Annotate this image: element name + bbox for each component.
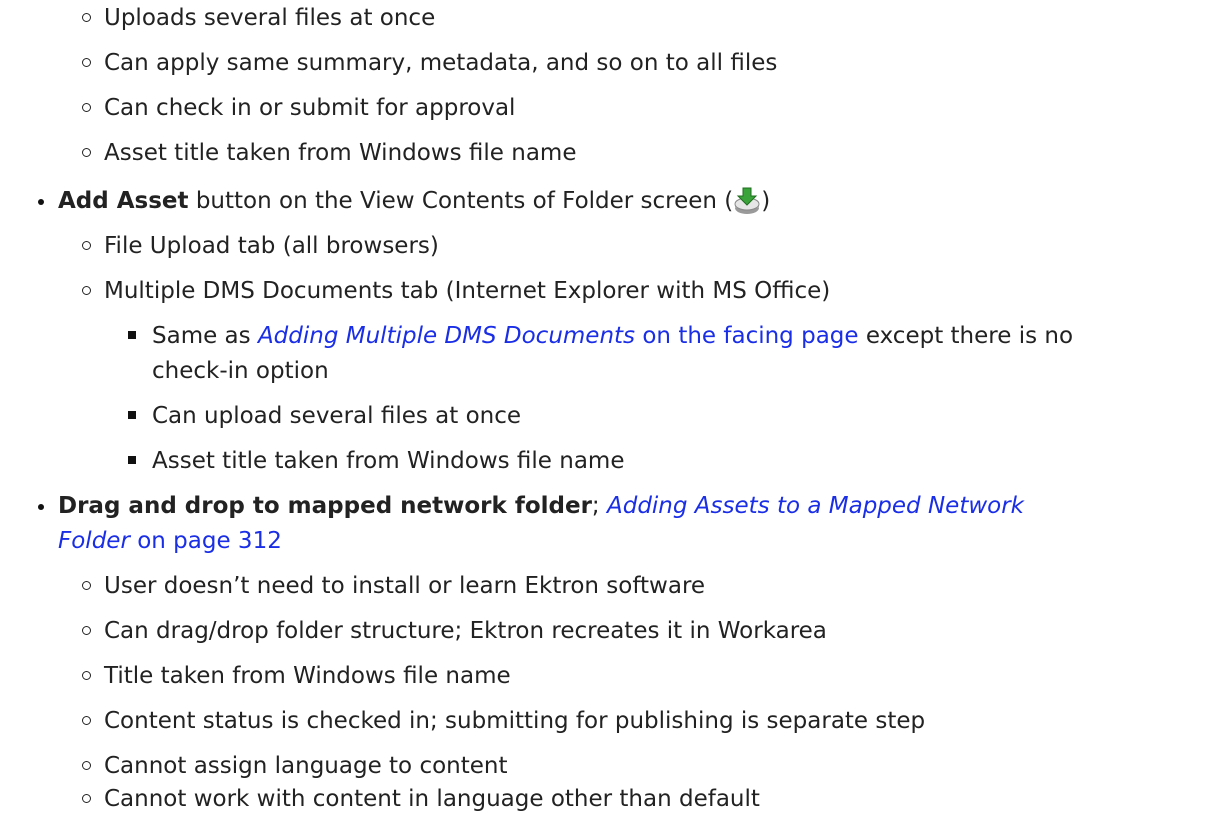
bullet-circle-icon bbox=[82, 148, 91, 157]
bullet-circle-icon bbox=[82, 794, 91, 803]
list-item: User doesn’t need to install or learn Ek… bbox=[82, 571, 705, 601]
bullet-square-icon bbox=[128, 331, 136, 339]
list-item: Same as Adding Multiple DMS Documents on… bbox=[128, 321, 1073, 351]
list-item: Asset title taken from Windows file name bbox=[82, 138, 577, 168]
bullet-circle-icon bbox=[82, 103, 91, 112]
link-adding-assets-mapped-folder-cont[interactable]: Folder on page 312 bbox=[58, 528, 282, 554]
list-item: Can apply same summary, metadata, and so… bbox=[82, 48, 777, 78]
list-item-continuation: Folder on page 312 bbox=[58, 526, 282, 556]
list-item: Content status is checked in; submitting… bbox=[82, 706, 925, 736]
bullet-square-icon bbox=[128, 411, 136, 419]
bullet-circle-icon bbox=[82, 626, 91, 635]
list-item: Cannot work with content in language oth… bbox=[82, 784, 760, 814]
list-item: Can upload several files at once bbox=[128, 401, 521, 431]
bullet-square-icon bbox=[128, 456, 136, 464]
bullet-circle-icon bbox=[82, 286, 91, 295]
bullet-circle-icon bbox=[82, 241, 91, 250]
list-item: File Upload tab (all browsers) bbox=[82, 231, 439, 261]
bullet-circle-icon bbox=[82, 581, 91, 590]
bullet-circle-icon bbox=[82, 671, 91, 680]
add-asset-icon bbox=[733, 186, 761, 216]
bullet-circle-icon bbox=[82, 761, 91, 770]
bullet-circle-icon bbox=[82, 716, 91, 725]
list-item: Can drag/drop folder structure; Ektron r… bbox=[82, 616, 827, 646]
list-item: Asset title taken from Windows file name bbox=[128, 446, 625, 476]
list-item: Title taken from Windows file name bbox=[82, 661, 511, 691]
list-item: Can check in or submit for approval bbox=[82, 93, 515, 123]
link-adding-multiple-dms[interactable]: Adding Multiple DMS Documents on the fac… bbox=[258, 323, 859, 349]
list-item: Cannot assign language to content bbox=[82, 751, 508, 781]
bullet-dot-icon bbox=[38, 504, 44, 510]
list-item-add-asset: Add Asset button on the View Contents of… bbox=[38, 186, 770, 216]
bullet-circle-icon bbox=[82, 13, 91, 22]
link-adding-assets-mapped-folder[interactable]: Adding Assets to a Mapped Network bbox=[607, 493, 1024, 519]
list-item-continuation: check-in option bbox=[152, 358, 329, 384]
list-item: Uploads several files at once bbox=[82, 3, 435, 33]
bullet-circle-icon bbox=[82, 58, 91, 67]
bullet-dot-icon bbox=[38, 199, 44, 205]
list-item: Multiple DMS Documents tab (Internet Exp… bbox=[82, 276, 830, 306]
list-item-drag-drop: Drag and drop to mapped network folder; … bbox=[38, 491, 1024, 521]
